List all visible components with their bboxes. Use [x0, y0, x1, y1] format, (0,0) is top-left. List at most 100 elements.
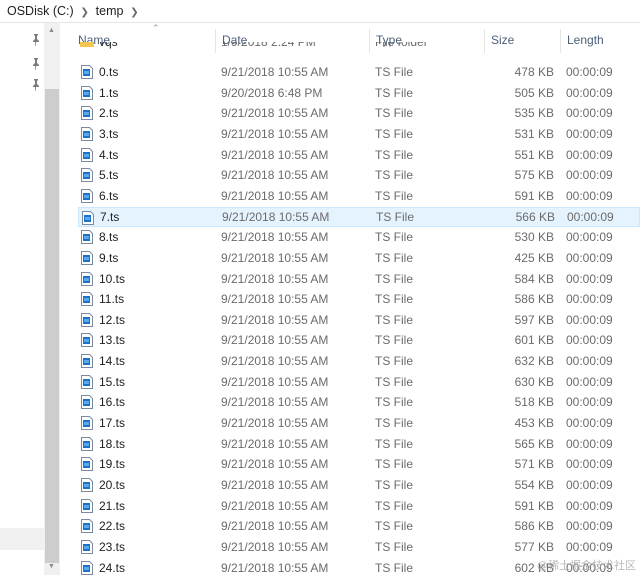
file-date: 9/20/2018 6:48 PM [221, 85, 323, 100]
file-size: 505 KB [514, 85, 554, 100]
breadcrumb-folder[interactable]: temp [96, 0, 124, 22]
scroll-down-icon[interactable]: ▼ [48, 563, 55, 570]
table-row[interactable]: 0.ts 9/21/2018 10:55 AM TS File 478 KB 00:00… [78, 62, 640, 82]
file-length: 00:00:09 [566, 126, 613, 141]
table-row[interactable]: 20.ts 9/21/2018 10:55 AM TS File 554 KB 00:0… [78, 475, 640, 495]
file-date: 9/21/2018 10:55 AM [221, 519, 329, 534]
file-size: 571 KB [514, 457, 554, 472]
file-date: 9/21/2018 10:55 AM [222, 209, 330, 224]
table-row[interactable]: 11.ts 9/21/2018 10:55 AM TS File 586 KB 00:0… [78, 289, 640, 309]
file-date: 9/21/2018 10:55 AM [221, 292, 329, 307]
file-size: 597 KB [514, 312, 554, 327]
nav-item-selected[interactable] [0, 528, 44, 550]
file-date: 9/21/2018 10:55 AM [221, 106, 329, 121]
file-type: TS File [375, 395, 414, 410]
ts-file-icon [81, 436, 93, 451]
file-size: 518 KB [514, 395, 554, 410]
ts-file-icon [81, 560, 93, 575]
table-row[interactable]: 10.ts 9/21/2018 10:55 AM TS File 584 KB 00:0… [78, 269, 640, 289]
file-date: 9/21/2018 10:55 AM [221, 168, 329, 183]
file-name: vqs [99, 42, 118, 49]
ts-file-icon [81, 106, 93, 121]
table-row[interactable]: 12.ts 9/21/2018 10:55 AM TS File 597 KB 00:0… [78, 310, 640, 330]
table-row[interactable]: 4.ts 9/21/2018 10:55 AM TS File 551 KB 00:00… [78, 145, 640, 165]
file-length: 00:00:09 [567, 209, 614, 224]
file-name: 14.ts [99, 354, 126, 369]
file-size: 591 KB [514, 188, 554, 203]
scroll-up-icon[interactable]: ▲ [48, 27, 55, 34]
file-type: TS File [376, 209, 415, 224]
file-date: 9/21/2018 10:55 AM [221, 457, 329, 472]
file-name: 22.ts [99, 519, 126, 534]
file-date: 9/21/2018 10:55 AM [221, 354, 329, 369]
table-row[interactable]: 6.ts 9/21/2018 10:55 AM TS File 591 KB 00:00… [78, 186, 640, 206]
file-type: TS File [375, 188, 414, 203]
file-size: 554 KB [514, 478, 554, 492]
file-size: 530 KB [514, 230, 554, 245]
file-type: File folder [375, 42, 428, 49]
file-name: 6.ts [99, 188, 119, 203]
file-size: 632 KB [514, 354, 554, 369]
file-date: 9/21/2018 10:55 AM [221, 147, 329, 162]
file-name: 15.ts [99, 374, 126, 389]
table-row[interactable]: 15.ts 9/21/2018 10:55 AM TS File 630 KB 00:0… [78, 372, 640, 392]
file-name: 5.ts [99, 168, 119, 183]
table-row[interactable]: 14.ts 9/21/2018 10:55 AM TS File 632 KB 00:0… [78, 351, 640, 371]
file-length: 00:00:09 [566, 147, 613, 162]
file-size: 531 KB [514, 126, 554, 141]
table-row[interactable]: 5.ts 9/21/2018 10:55 AM TS File 575 KB 00:00… [78, 165, 640, 185]
table-row[interactable]: 9.ts 9/21/2018 10:55 AM TS File 425 KB 00:00… [78, 248, 640, 268]
ts-file-icon [81, 65, 93, 79]
file-type: TS File [375, 85, 414, 100]
nav-scrollbar-thumb[interactable] [45, 89, 59, 563]
breadcrumb-drive[interactable]: OSDisk (C:) [0, 0, 74, 22]
file-name: 1.ts [99, 85, 119, 100]
table-row[interactable]: 1.ts 9/20/2018 6:48 PM TS File 505 KB 00:00:… [78, 83, 640, 103]
table-row[interactable]: 8.ts 9/21/2018 10:55 AM TS File 530 KB 00:00… [78, 227, 640, 247]
breadcrumb: OSDisk (C:) ❯ temp ❯ [0, 0, 640, 23]
table-row[interactable]: 22.ts 9/21/2018 10:55 AM TS File 586 KB 00:0… [78, 516, 640, 536]
file-length: 00:00:09 [566, 416, 613, 431]
table-row[interactable]: 19.ts 9/21/2018 10:55 AM TS File 571 KB 00:0… [78, 454, 640, 474]
chevron-right-icon[interactable]: ❯ [123, 2, 145, 24]
file-name: 8.ts [99, 230, 119, 245]
ts-file-icon [81, 188, 93, 203]
ts-file-icon [81, 271, 93, 286]
table-row[interactable]: 3.ts 9/21/2018 10:55 AM TS File 531 KB 00:00… [78, 124, 640, 144]
file-type: TS File [375, 457, 414, 472]
file-type: TS File [375, 292, 414, 307]
table-row[interactable]: 2.ts 9/21/2018 10:55 AM TS File 535 KB 00:00… [78, 103, 640, 123]
file-name: 13.ts [99, 333, 126, 348]
file-length: 00:00:09 [566, 436, 613, 451]
file-length: 00:00:09 [566, 230, 613, 245]
file-date: 9/21/2018 10:55 AM [221, 230, 329, 245]
table-row[interactable]: 13.ts 9/21/2018 10:55 AM TS File 601 KB 00:0… [78, 330, 640, 350]
pin-icon [31, 34, 41, 46]
file-type: TS File [375, 168, 414, 183]
table-row[interactable]: 17.ts 9/21/2018 10:55 AM TS File 453 KB 00:0… [78, 413, 640, 433]
table-row[interactable]: 21.ts 9/21/2018 10:55 AM TS File 591 KB 00:0… [78, 496, 640, 516]
table-row[interactable]: 23.ts 9/21/2018 10:55 AM TS File 577 KB 00:0… [78, 537, 640, 557]
file-type: TS File [375, 312, 414, 327]
file-date: 9/21/2018 10:55 AM [221, 312, 329, 327]
file-type: TS File [375, 478, 414, 492]
file-name: 0.ts [99, 65, 119, 79]
file-length: 00:00:09 [566, 354, 613, 369]
table-row[interactable]: 18.ts 9/21/2018 10:55 AM TS File 565 KB 00:0… [78, 434, 640, 454]
file-name: 7.ts [100, 209, 120, 224]
folder-icon [80, 42, 94, 47]
file-type: TS File [375, 271, 414, 286]
file-length: 00:00:09 [566, 65, 613, 79]
chevron-right-icon[interactable]: ❯ [74, 2, 96, 24]
file-length: 00:00:09 [566, 498, 613, 513]
file-date: 9/21/2018 10:55 AM [221, 374, 329, 389]
list-item[interactable]: vqs 1/9/2018 2:24 PM File folder [78, 42, 640, 54]
file-length: 00:00:09 [566, 312, 613, 327]
watermark-text: @稀土掘金技术社区 [537, 559, 636, 572]
ts-file-icon [81, 374, 93, 389]
table-row[interactable]: 7.ts 9/21/2018 10:55 AM TS File 566 KB 00:00… [78, 206, 640, 227]
file-size: 601 KB [514, 333, 554, 348]
table-row[interactable]: 16.ts 9/21/2018 10:55 AM TS File 518 KB 00:0… [78, 392, 640, 412]
file-size: 425 KB [514, 250, 554, 265]
ts-file-icon [81, 126, 93, 141]
